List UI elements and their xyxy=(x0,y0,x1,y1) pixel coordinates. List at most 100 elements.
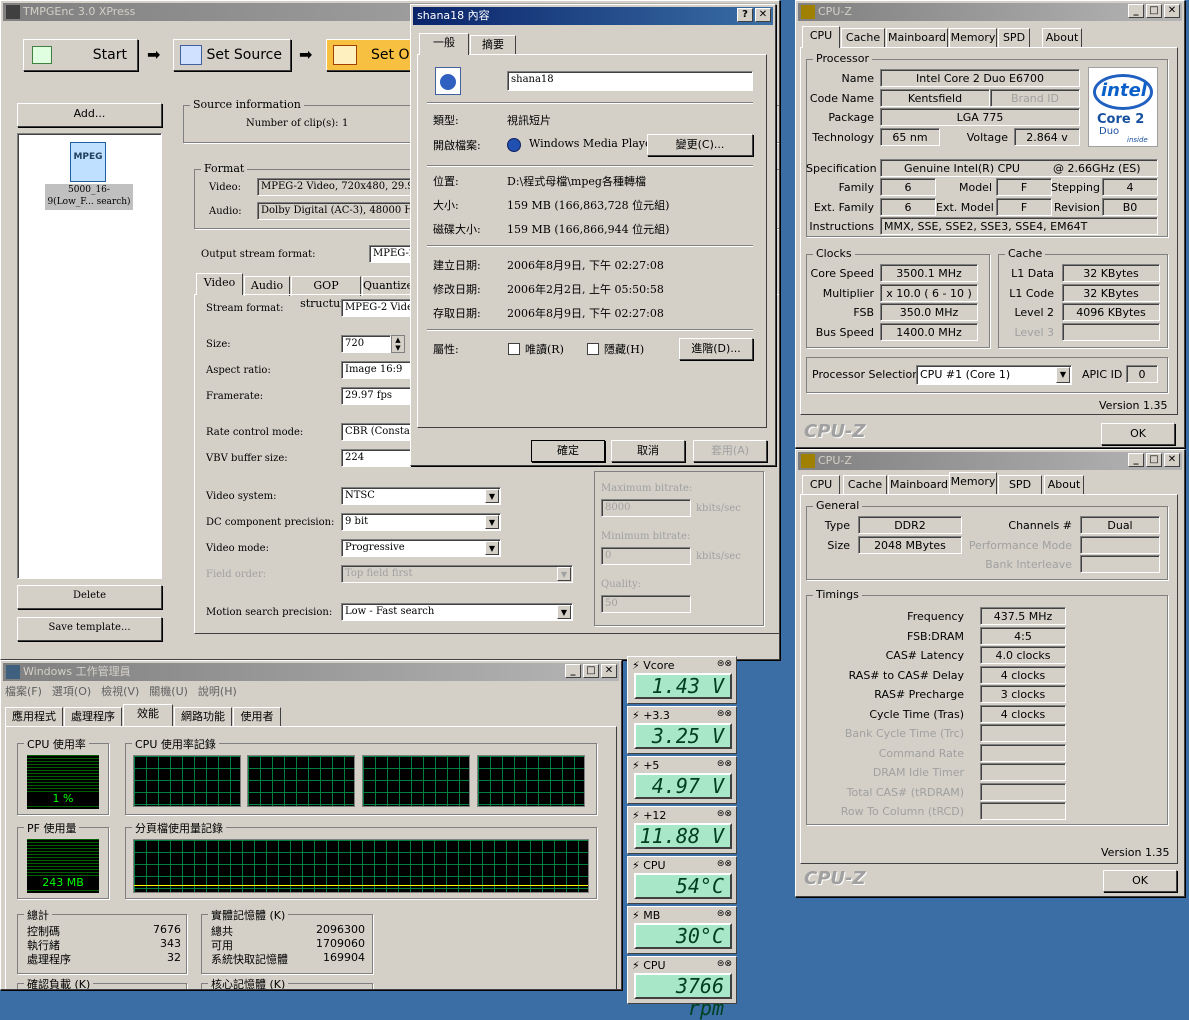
sensor-gadget[interactable]: ⚡ Vcore ⊜⊗ 1.43 V xyxy=(627,656,737,704)
field-order-label: Field order: xyxy=(206,569,267,580)
close-button[interactable]: ✕ xyxy=(601,664,617,678)
start-step-button[interactable]: Start xyxy=(23,39,138,71)
l1-data-value: 32 KBytes xyxy=(1062,264,1160,282)
maximize-button[interactable]: □ xyxy=(1146,453,1162,467)
size-field[interactable]: 720 xyxy=(341,335,391,353)
close-button[interactable]: ✕ xyxy=(1164,4,1180,18)
framerate-field[interactable]: 29.97 fps xyxy=(341,387,421,405)
video-system-select[interactable]: NTSC ▼ xyxy=(341,487,501,505)
tab-memory[interactable]: Memory xyxy=(949,472,997,494)
close-icon[interactable]: ⊜⊗ xyxy=(717,909,732,919)
tab-about[interactable]: About xyxy=(1042,28,1082,48)
aspect-ratio-field[interactable]: Image 16:9 xyxy=(341,361,421,379)
set-source-step-button[interactable]: Set Source xyxy=(173,39,291,71)
tab-about[interactable]: About xyxy=(1044,475,1084,495)
tab-general[interactable]: 一般 xyxy=(419,33,469,55)
tab-users[interactable]: 使用者 xyxy=(233,707,281,727)
sensor-gadget[interactable]: ⚡ CPU ⊜⊗ 3766 rpm xyxy=(627,956,737,1019)
size-spinner[interactable]: ▲ ▼ xyxy=(391,335,405,353)
tab-mainboard[interactable]: Mainboard xyxy=(886,28,948,48)
add-button[interactable]: Add... xyxy=(17,103,162,127)
maximize-button[interactable]: □ xyxy=(583,664,599,678)
close-icon[interactable]: ⊜⊗ xyxy=(717,859,732,869)
tab-spd[interactable]: SPD xyxy=(998,28,1030,48)
close-icon[interactable]: ⊜⊗ xyxy=(717,809,732,819)
readonly-checkbox[interactable] xyxy=(508,343,520,355)
menu-file[interactable]: 檔案(F) xyxy=(5,683,42,701)
tab-performance[interactable]: 效能 xyxy=(123,704,173,726)
minimize-button[interactable]: _ xyxy=(1128,4,1144,18)
close-button[interactable]: ✕ xyxy=(1164,453,1180,467)
close-icon[interactable]: ⊜⊗ xyxy=(717,659,732,669)
tab-spd[interactable]: SPD xyxy=(998,475,1042,495)
tab-networking[interactable]: 網路功能 xyxy=(174,707,232,727)
package-value: LGA 775 xyxy=(880,108,1080,126)
save-template-button[interactable]: Save template... xyxy=(17,617,162,641)
menu-options[interactable]: 選項(O) xyxy=(52,683,91,701)
dc-precision-select[interactable]: 9 bit ▼ xyxy=(341,513,501,531)
tab-cache[interactable]: Cache xyxy=(843,475,887,495)
tab-video[interactable]: Video xyxy=(196,273,243,295)
sensor-gadget[interactable]: ⚡ +12 ⊜⊗ 11.88 V xyxy=(627,806,737,854)
rate-control-field[interactable]: CBR (Constant xyxy=(341,423,421,441)
tab-memory[interactable]: Memory xyxy=(949,28,997,48)
delete-button[interactable]: Delete xyxy=(17,585,162,609)
clip-list[interactable]: MPEG 5000_16-9(Low_F... search) xyxy=(17,133,162,579)
package-label: Package xyxy=(828,111,874,124)
stream-format-field[interactable]: MPEG-2 Video xyxy=(341,299,421,317)
tab-processes[interactable]: 處理程序 xyxy=(64,707,122,727)
timing-value: 3 clocks xyxy=(980,685,1066,703)
hidden-checkbox[interactable] xyxy=(587,343,599,355)
tab-cpu[interactable]: CPU xyxy=(802,26,840,48)
tab-summary[interactable]: 摘要 xyxy=(470,35,516,55)
menu-help[interactable]: 說明(H) xyxy=(198,683,237,701)
tab-cache[interactable]: Cache xyxy=(841,28,885,48)
app-icon xyxy=(6,5,20,19)
tab-audio[interactable]: Audio xyxy=(244,276,290,296)
change-button[interactable]: 變更(C)... xyxy=(647,134,753,156)
bus-speed-label: Bus Speed xyxy=(815,326,874,339)
properties-titlebar[interactable]: shana18 內容 ? ✕ xyxy=(413,7,773,25)
cpuz-titlebar[interactable]: CPU-Z _ □ ✕ xyxy=(798,3,1182,21)
tab-cpu[interactable]: CPU xyxy=(802,475,840,495)
tab-applications[interactable]: 應用程式 xyxy=(5,707,63,727)
cpuz-titlebar[interactable]: CPU-Z _ □ ✕ xyxy=(798,452,1182,470)
unit-label: kbits/sec xyxy=(696,503,741,514)
motion-search-select[interactable]: Low - Fast search ▼ xyxy=(341,603,573,621)
tab-quantize[interactable]: Quantize xyxy=(362,276,413,296)
clip-item[interactable]: 5000_16-9(Low_F... search) xyxy=(45,184,133,210)
tab-gop-structure[interactable]: GOP structure xyxy=(291,276,361,310)
tab-mainboard[interactable]: Mainboard xyxy=(888,475,950,495)
menu-view[interactable]: 檢視(V) xyxy=(101,683,139,701)
minimize-button[interactable]: _ xyxy=(565,664,581,678)
close-button[interactable]: ✕ xyxy=(755,8,771,22)
sensor-gadget[interactable]: ⚡ MB ⊜⊗ 30°C xyxy=(627,906,737,954)
hidden-label[interactable]: 隱藏(H) xyxy=(604,341,644,357)
vbv-buffer-field[interactable]: 224 xyxy=(341,449,421,467)
menu-shutdown[interactable]: 關機(U) xyxy=(149,683,188,701)
task-manager-titlebar[interactable]: Windows 工作管理員 _ □ ✕ xyxy=(3,663,619,681)
readonly-label[interactable]: 唯讀(R) xyxy=(525,341,564,357)
revision-label: Revision xyxy=(1054,201,1100,214)
close-icon[interactable]: ⊜⊗ xyxy=(717,759,732,769)
ok-button[interactable]: OK xyxy=(1103,870,1177,892)
advanced-button[interactable]: 進階(D)... xyxy=(679,338,753,360)
minimize-button[interactable]: _ xyxy=(1128,453,1144,467)
cancel-button[interactable]: 取消 xyxy=(611,440,685,462)
video-mode-select[interactable]: Progressive ▼ xyxy=(341,539,501,557)
rate-control-label: Rate control mode: xyxy=(206,427,304,438)
maximize-button[interactable]: □ xyxy=(1146,4,1162,18)
processor-selection-select[interactable]: CPU #1 (Core 1) ▼ xyxy=(916,365,1072,385)
filename-input[interactable]: shana18 xyxy=(507,71,753,91)
sensor-gadget[interactable]: ⚡ +5 ⊜⊗ 4.97 V xyxy=(627,756,737,804)
sensor-name: ⚡ +5 xyxy=(632,759,660,772)
ok-button[interactable]: OK xyxy=(1101,423,1175,445)
help-button[interactable]: ? xyxy=(737,8,753,22)
close-icon[interactable]: ⊜⊗ xyxy=(717,959,732,969)
close-icon[interactable]: ⊜⊗ xyxy=(717,709,732,719)
bank-interleave-label: Bank Interleave xyxy=(985,558,1072,571)
sensor-gadget[interactable]: ⚡ CPU ⊜⊗ 54°C xyxy=(627,856,737,904)
sensor-gadget[interactable]: ⚡ +3.3 ⊜⊗ 3.25 V xyxy=(627,706,737,754)
code-name-value: Kentsfield xyxy=(880,89,990,107)
ok-button[interactable]: 確定 xyxy=(531,440,605,462)
